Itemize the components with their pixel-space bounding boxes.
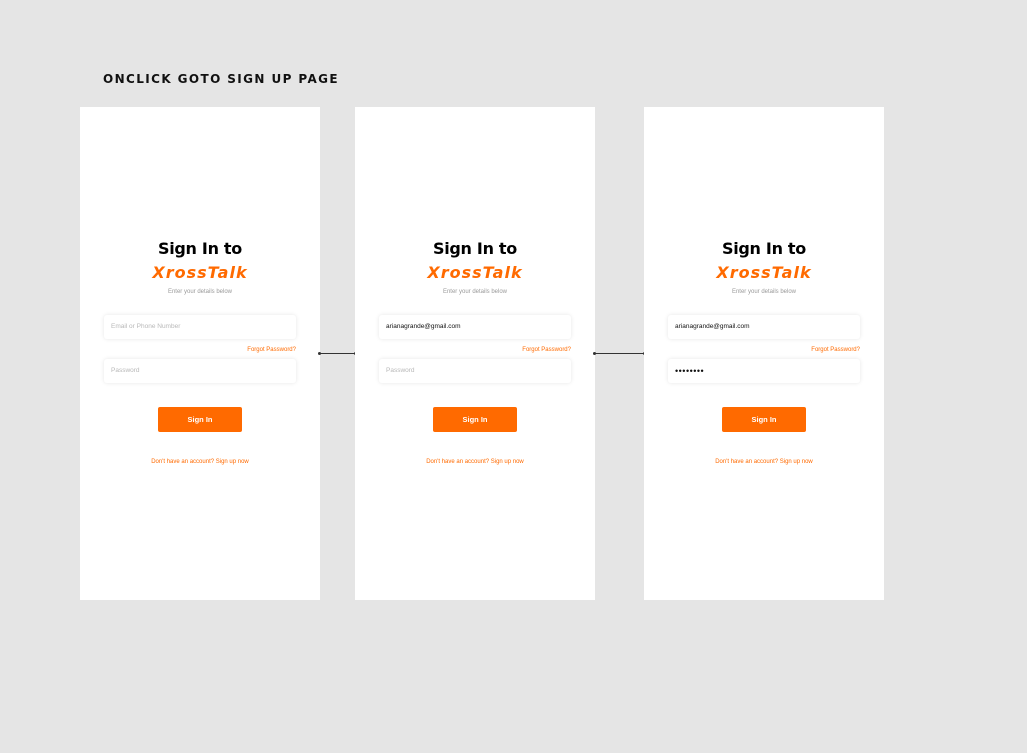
signin-screen-completed: Sign In to XrossTalk Enter your details …: [644, 107, 884, 600]
flow-connector-1-2: [318, 352, 357, 355]
screen-title: Sign In to: [433, 239, 517, 258]
brand-logo-text: XrossTalk: [152, 263, 248, 282]
password-field[interactable]: Password: [379, 359, 571, 383]
flow-connector-2-3: [593, 352, 646, 355]
email-value: arianagrande@gmail.com: [386, 323, 461, 330]
email-value: arianagrande@gmail.com: [675, 323, 750, 330]
sign-in-button[interactable]: Sign In: [158, 407, 242, 432]
password-field[interactable]: Password: [104, 359, 296, 383]
forgot-password-link[interactable]: Forgot Password?: [522, 347, 571, 353]
sign-in-button[interactable]: Sign In: [433, 407, 517, 432]
screen-subtitle: Enter your details below: [167, 289, 233, 295]
brand-logo-text: XrossTalk: [716, 263, 812, 282]
email-field[interactable]: Email or Phone Number: [104, 315, 296, 339]
password-placeholder: Password: [386, 367, 415, 374]
email-field[interactable]: arianagrande@gmail.com: [668, 315, 860, 339]
sign-up-link[interactable]: Don't have an account? Sign up now: [644, 459, 884, 465]
sign-up-link[interactable]: Don't have an account? Sign up now: [355, 459, 595, 465]
forgot-password-link[interactable]: Forgot Password?: [247, 347, 296, 353]
password-field[interactable]: ••••••••: [668, 359, 860, 383]
brand-logo-text: XrossTalk: [427, 263, 523, 282]
signin-screen-empty: Sign In to XrossTalk Enter your details …: [80, 107, 320, 600]
screen-subtitle: Enter your details below: [731, 289, 797, 295]
screen-subtitle: Enter your details below: [442, 289, 508, 295]
forgot-password-link[interactable]: Forgot Password?: [811, 347, 860, 353]
sign-up-link[interactable]: Don't have an account? Sign up now: [80, 459, 320, 465]
password-masked-value: ••••••••: [675, 366, 705, 376]
screen-title: Sign In to: [722, 239, 806, 258]
screen-title: Sign In to: [158, 239, 242, 258]
page-heading: ONCLICK GOTO SIGN UP PAGE: [103, 72, 339, 86]
email-placeholder: Email or Phone Number: [111, 323, 181, 330]
sign-in-button[interactable]: Sign In: [722, 407, 806, 432]
signin-screen-email-filled: Sign In to XrossTalk Enter your details …: [355, 107, 595, 600]
email-field[interactable]: arianagrande@gmail.com: [379, 315, 571, 339]
password-placeholder: Password: [111, 367, 140, 374]
